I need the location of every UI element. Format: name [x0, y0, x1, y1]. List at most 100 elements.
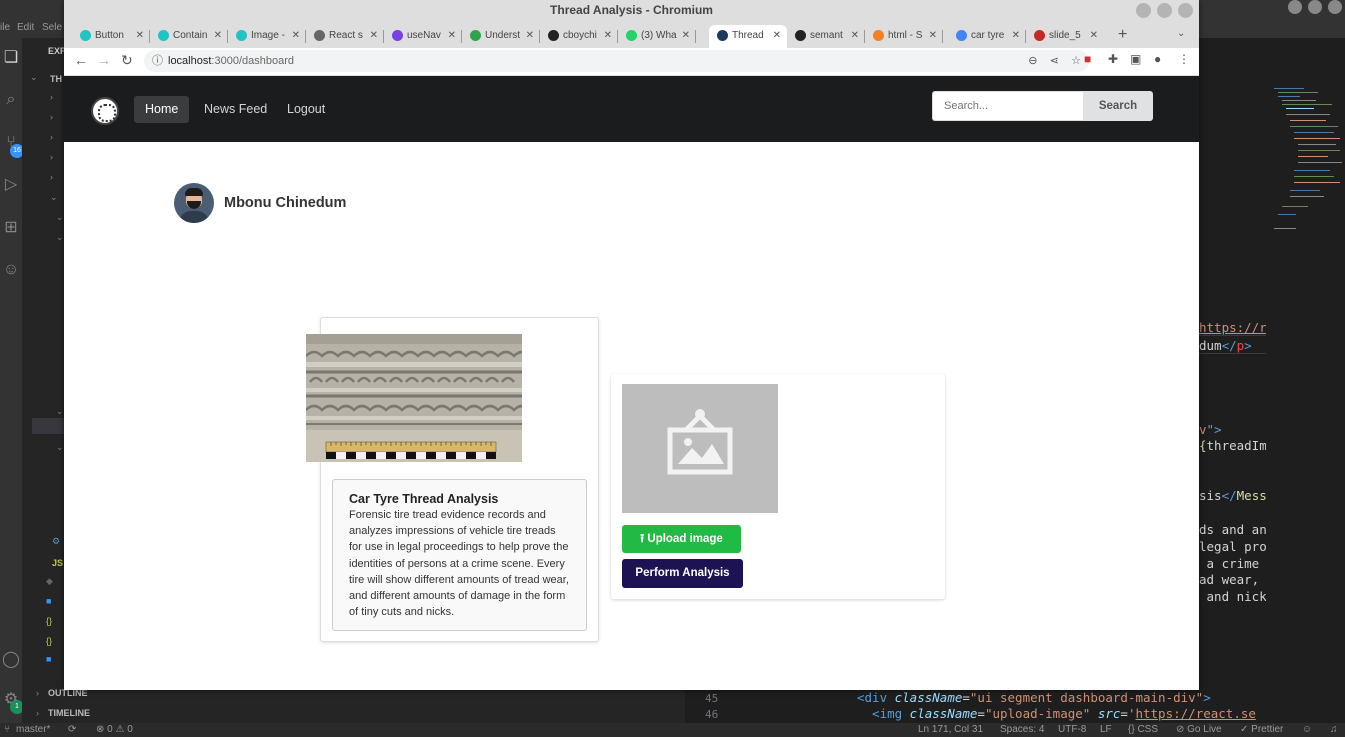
code-line[interactable]: ad wear,	[1199, 572, 1266, 587]
extensions-puzzle-icon[interactable]: ✚	[1108, 52, 1118, 66]
browser-tab[interactable]: Image - ✕	[228, 25, 306, 48]
profile-icon[interactable]: ●	[1154, 52, 1161, 66]
tree-chevron[interactable]: ⌄	[56, 212, 64, 223]
browser-tab[interactable]: (3) Wha ✕	[618, 25, 696, 48]
go-live-button[interactable]: ⊘ Go Live	[1176, 724, 1222, 735]
feedback-icon[interactable]: ☺	[1302, 724, 1312, 735]
back-arrow-icon[interactable]: ←	[74, 52, 88, 68]
browser-tab[interactable]: Contain ✕	[150, 25, 228, 48]
os-maximize-button[interactable]	[1308, 0, 1322, 14]
menu-edit[interactable]: Edit	[17, 22, 34, 33]
browser-tab[interactable]: semant ✕	[787, 25, 865, 48]
tree-chevron[interactable]: ›	[50, 92, 53, 102]
accounts-icon[interactable]: ◯	[1, 650, 21, 670]
problems-count[interactable]: ⊗ 0 ⚠ 0	[96, 724, 133, 735]
code-line[interactable]: ds and an	[1199, 522, 1266, 537]
new-tab-plus-icon[interactable]: +	[1118, 25, 1127, 45]
maximize-button[interactable]	[1157, 3, 1172, 18]
code-line[interactable]: <div className="ui segment dashboard-mai…	[857, 690, 1211, 705]
tree-chevron[interactable]: ›	[50, 152, 53, 162]
code-line[interactable]: https://re	[1199, 320, 1266, 336]
prettier-status[interactable]: ✓ Prettier	[1240, 724, 1283, 735]
os-close-button[interactable]	[1328, 0, 1342, 14]
end-of-line[interactable]: LF	[1100, 724, 1112, 735]
code-line[interactable]: dum</p>	[1199, 338, 1266, 354]
tree-chevron[interactable]: ⌄	[30, 72, 38, 83]
indentation[interactable]: Spaces: 4	[1000, 724, 1044, 735]
vscode-minimap[interactable]	[1272, 88, 1342, 238]
code-line[interactable]: and nick	[1199, 589, 1266, 604]
site-logo[interactable]	[91, 97, 119, 125]
close-tab-icon[interactable]: ✕	[370, 25, 378, 46]
language-mode[interactable]: {} CSS	[1128, 724, 1158, 735]
browser-tab[interactable]: html - S ✕	[865, 25, 943, 48]
upload-image-button[interactable]: ⭱ Upload image	[622, 525, 741, 553]
extension-icon[interactable]: ■	[1084, 52, 1091, 66]
tree-chevron[interactable]: ⌄	[56, 406, 64, 417]
nav-logout[interactable]: Logout	[276, 96, 336, 123]
chevron-right-icon[interactable]: ›	[36, 708, 39, 718]
tree-chevron[interactable]: ›	[50, 132, 53, 142]
browser-tab[interactable]: Button ✕	[72, 25, 150, 48]
side-panel-icon[interactable]: ▣	[1130, 52, 1141, 66]
url-text[interactable]: localhost:3000/dashboard	[168, 50, 294, 72]
tree-chevron[interactable]: ⌄	[50, 192, 58, 203]
close-tab-icon[interactable]: ✕	[214, 25, 222, 46]
source-control-branch-icon[interactable]: ⑂	[4, 724, 10, 735]
close-tab-icon[interactable]: ✕	[929, 25, 937, 46]
branch-name[interactable]: master*	[16, 724, 50, 735]
share-icon[interactable]: ⋖	[1050, 55, 1059, 67]
close-tab-icon[interactable]: ✕	[851, 25, 859, 46]
close-tab-icon[interactable]: ✕	[292, 25, 300, 46]
browser-tab[interactable]: React s ✕	[306, 25, 384, 48]
notifications-bell-icon[interactable]: ♫	[1330, 724, 1338, 735]
search-icon[interactable]: ⌕	[1, 90, 21, 110]
browser-tab[interactable]: useNav ✕	[384, 25, 462, 48]
chevron-right-icon[interactable]: ›	[36, 688, 39, 698]
tab-search-chevron-icon[interactable]: ⌄	[1177, 28, 1185, 39]
tree-chevron[interactable]: ›	[50, 112, 53, 122]
code-line[interactable]: <img className="upload-image" src='https…	[857, 706, 1265, 721]
browser-tab[interactable]: Underst ✕	[462, 25, 540, 48]
minimize-button[interactable]	[1136, 3, 1151, 18]
code-line[interactable]: sis</Mess	[1199, 488, 1266, 503]
nav-news-feed[interactable]: News Feed	[193, 96, 278, 123]
bookmark-star-icon[interactable]: ☆	[1071, 55, 1081, 67]
tree-chevron[interactable]: ›	[50, 172, 53, 182]
code-line[interactable]: v">	[1199, 422, 1266, 437]
browser-tab[interactable]: cboychi ✕	[540, 25, 618, 48]
close-tab-icon[interactable]: ✕	[604, 25, 612, 46]
reload-icon[interactable]: ↻	[121, 52, 133, 69]
browser-tab[interactable]: slide_5 ✕	[1026, 25, 1104, 48]
sync-icon[interactable]: ⟳	[68, 724, 76, 735]
site-info-icon[interactable]: ⓘ	[152, 50, 163, 72]
remote-explorer-icon[interactable]: ☺	[1, 260, 21, 280]
selected-file-row[interactable]	[32, 418, 64, 434]
image-placeholder[interactable]	[622, 384, 778, 513]
browser-tab-active[interactable]: Thread ✕	[709, 25, 787, 48]
close-button[interactable]	[1178, 3, 1193, 18]
forward-arrow-icon[interactable]: →	[97, 52, 111, 68]
close-tab-icon[interactable]: ✕	[1012, 25, 1020, 46]
perform-analysis-button[interactable]: Perform Analysis	[622, 559, 743, 588]
timeline-section[interactable]: TIMELINE	[48, 708, 90, 718]
nav-home[interactable]: Home	[134, 96, 190, 123]
os-minimize-button[interactable]	[1288, 0, 1302, 14]
code-line[interactable]: legal pro	[1199, 539, 1266, 554]
avatar[interactable]	[174, 183, 214, 223]
search-button[interactable]: Search	[1083, 91, 1153, 121]
run-debug-icon[interactable]: ▷	[1, 175, 21, 195]
close-tab-icon[interactable]: ✕	[136, 25, 144, 46]
browser-tab[interactable]: car tyre ✕	[948, 25, 1026, 48]
code-line[interactable]: {threadIm	[1199, 438, 1266, 453]
search-input[interactable]	[932, 91, 1084, 121]
encoding[interactable]: UTF-8	[1058, 724, 1086, 735]
address-bar[interactable]: ⓘ localhost:3000/dashboard ⊖ ⋖ ☆	[144, 50, 1089, 72]
zoom-icon[interactable]: ⊖	[1028, 55, 1037, 67]
close-tab-icon[interactable]: ✕	[682, 25, 690, 46]
tree-chevron[interactable]: ⌄	[56, 232, 64, 243]
code-line[interactable]: a crime	[1199, 556, 1266, 571]
cursor-position[interactable]: Ln 171, Col 31	[918, 724, 983, 735]
tree-chevron[interactable]: ⌄	[56, 442, 64, 453]
menu-selection[interactable]: Sele	[42, 22, 62, 33]
